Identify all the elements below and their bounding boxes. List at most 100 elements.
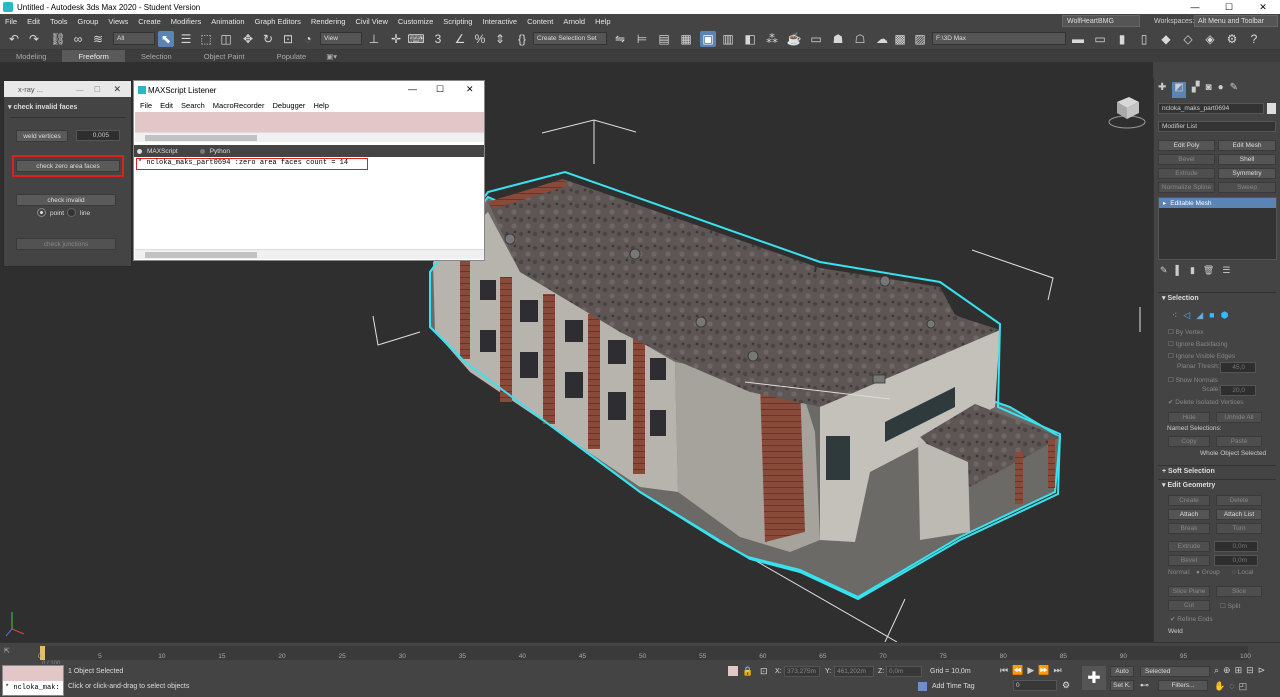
menu-edit[interactable]: Edit <box>22 17 45 26</box>
maxscript-title-bar[interactable]: MAXScript Listener — ☐ ✕ <box>134 81 484 99</box>
tab-python[interactable]: Python <box>210 148 230 155</box>
render-iterative-icon[interactable]: ☖ <box>852 31 868 47</box>
create-tab-icon[interactable]: ✚ <box>1158 82 1166 98</box>
line-radio[interactable] <box>68 209 75 216</box>
ignore-visible-edges-checkbox[interactable]: ☐ Ignore Visible Edges <box>1168 352 1235 360</box>
rotate-icon[interactable]: ↻ <box>260 31 276 47</box>
zoom-icon[interactable]: ⌕ <box>1214 665 1219 677</box>
bevel-button[interactable]: Bevel <box>1168 555 1210 566</box>
menu-file[interactable]: File <box>0 17 22 26</box>
maxscript-menu-edit[interactable]: Edit <box>156 101 177 110</box>
output-scrollbar-thumb[interactable] <box>145 252 257 258</box>
scene-converter-icon[interactable]: ◇ <box>1180 31 1196 47</box>
attach-button[interactable]: Attach <box>1168 509 1210 520</box>
by-vertex-checkbox[interactable]: ☐ By Vertex <box>1168 328 1203 336</box>
curve-editor-icon[interactable]: ▥ <box>720 31 736 47</box>
previous-frame-icon[interactable]: ⏪ <box>1012 665 1023 677</box>
x-coordinate-field[interactable]: 373,275m <box>784 666 820 677</box>
zoom-all-icon[interactable]: ⊕ <box>1223 665 1231 677</box>
vertex-level-icon[interactable]: ⁖ <box>1172 310 1177 321</box>
move-icon[interactable]: ✥ <box>240 31 256 47</box>
show-end-result-icon[interactable]: ▌ <box>1176 265 1182 277</box>
layer-explorer-icon[interactable]: ▦ <box>678 31 694 47</box>
maxscript-radio[interactable] <box>137 148 142 154</box>
turn-button[interactable]: Turn <box>1216 523 1262 534</box>
edit-poly-button[interactable]: Edit Poly <box>1158 140 1215 151</box>
refine-ends-checkbox[interactable]: ✔ Refine Ends <box>1170 615 1213 623</box>
maxscript-minimize-button[interactable]: — <box>408 84 417 94</box>
menu-graph-editors[interactable]: Graph Editors <box>250 17 306 26</box>
rectangular-selection-icon[interactable]: ⬚ <box>198 31 214 47</box>
slice-button[interactable]: Slice <box>1216 586 1262 597</box>
configure-sets-icon[interactable]: ☰ <box>1222 265 1230 277</box>
maxscript-close-button[interactable]: ✕ <box>466 84 474 95</box>
keyboard-shortcut-icon[interactable]: ⌨ <box>407 31 424 47</box>
normalize-spline-button[interactable]: Normalize Spline <box>1158 182 1215 193</box>
open-explorer-icon[interactable]: ▨ <box>912 31 928 47</box>
menu-arnold[interactable]: Arnold <box>558 17 590 26</box>
bitmap-icon[interactable]: ◈ <box>1202 31 1218 47</box>
schematic-view-icon[interactable]: ◧ <box>742 31 758 47</box>
key-filter-dropdown[interactable]: Selected <box>1140 666 1210 677</box>
delete-isolated-checkbox[interactable]: ✔ Delete Isolated Vertices <box>1168 398 1244 406</box>
planar-thresh-spinner[interactable]: 45,0 <box>1220 362 1256 373</box>
absolute-mode-icon[interactable]: ⊡ <box>760 666 768 677</box>
snaps-toggle-icon[interactable]: 3 <box>430 31 446 47</box>
set-key-button[interactable]: Set K. <box>1110 680 1134 691</box>
scale-icon[interactable]: ⊡ <box>280 31 296 47</box>
break-button[interactable]: Break <box>1168 523 1210 534</box>
object-color-swatch[interactable] <box>1267 103 1276 114</box>
rendered-frame-window-icon[interactable]: ▭ <box>808 31 824 47</box>
undo-icon[interactable]: ↶ <box>6 31 22 47</box>
time-configuration-icon[interactable]: ⚙ <box>1062 680 1070 691</box>
tab-modeling[interactable]: Modeling <box>0 50 62 62</box>
menu-views[interactable]: Views <box>103 17 133 26</box>
redo-icon[interactable]: ↷ <box>26 31 42 47</box>
menu-rendering[interactable]: Rendering <box>306 17 351 26</box>
menu-help[interactable]: Help <box>590 17 615 26</box>
delete-button[interactable]: Delete <box>1216 495 1262 506</box>
select-manipulate-icon[interactable]: ✛ <box>388 31 404 47</box>
asset-tracking-icon[interactable]: ◆ <box>1158 31 1174 47</box>
ignore-backfacing-checkbox[interactable]: ☐ Ignore Backfacing <box>1168 340 1228 348</box>
align-icon[interactable]: ⊨ <box>634 31 650 47</box>
menu-create[interactable]: Create <box>133 17 166 26</box>
selection-rollout-header[interactable]: ▾ Selection <box>1158 292 1276 303</box>
go-to-end-icon[interactable]: ⏭ <box>1053 665 1061 677</box>
tab-object-paint[interactable]: Object Paint <box>188 50 261 62</box>
percent-snap-icon[interactable]: % <box>472 31 488 47</box>
weld-vertices-button[interactable]: weld vertices <box>16 130 68 142</box>
selection-lock-icon[interactable]: 🔒 <box>742 666 753 677</box>
unlink-icon[interactable]: ∞ <box>70 31 86 47</box>
tab-selection[interactable]: Selection <box>125 50 188 62</box>
menu-animation[interactable]: Animation <box>206 17 249 26</box>
modifier-list-dropdown[interactable]: Modifier List <box>1158 121 1276 132</box>
display-tab-icon[interactable]: ● <box>1218 82 1224 98</box>
shell-button[interactable]: Shell <box>1218 154 1276 165</box>
pivot-center-icon[interactable]: ⊥ <box>366 31 382 47</box>
group-radio[interactable]: ● Group <box>1196 569 1220 576</box>
menu-content[interactable]: Content <box>522 17 558 26</box>
archive-icon[interactable]: ▯ <box>1136 31 1152 47</box>
utilities-tab-icon[interactable]: ✎ <box>1230 82 1238 98</box>
z-coordinate-field[interactable]: 0,0m <box>886 666 922 677</box>
orbit-icon[interactable]: ◌ <box>1229 681 1234 693</box>
edit-named-selection-icon[interactable]: {} <box>514 31 530 47</box>
zoom-extents-icon[interactable]: ⊞ <box>1235 665 1243 677</box>
xray-panel-header[interactable]: x-ray ... — ☐ ✕ <box>4 81 131 97</box>
check-invalid-button[interactable]: check invalid <box>16 194 116 206</box>
motion-tab-icon[interactable]: ◙ <box>1206 82 1212 98</box>
reference-coordinate-dropdown[interactable]: View <box>320 32 362 45</box>
weld-threshold-spinner[interactable]: 0,005 <box>76 130 120 141</box>
xray-close-icon[interactable]: ✕ <box>113 84 121 95</box>
check-zero-area-faces-button[interactable]: check zero area faces <box>16 160 120 172</box>
menu-tools[interactable]: Tools <box>45 17 73 26</box>
menu-modifiers[interactable]: Modifiers <box>166 17 206 26</box>
render-production-icon[interactable]: ☗ <box>830 31 846 47</box>
xray-minimize-icon[interactable]: — <box>76 85 84 94</box>
macro-pane-scrollbar[interactable] <box>135 132 484 142</box>
xray-restore-icon[interactable]: ☐ <box>94 85 101 94</box>
isolate-selection-icon[interactable] <box>728 666 738 676</box>
auto-key-button[interactable]: Auto <box>1110 666 1134 677</box>
element-level-icon[interactable]: ⬢ <box>1221 310 1229 321</box>
